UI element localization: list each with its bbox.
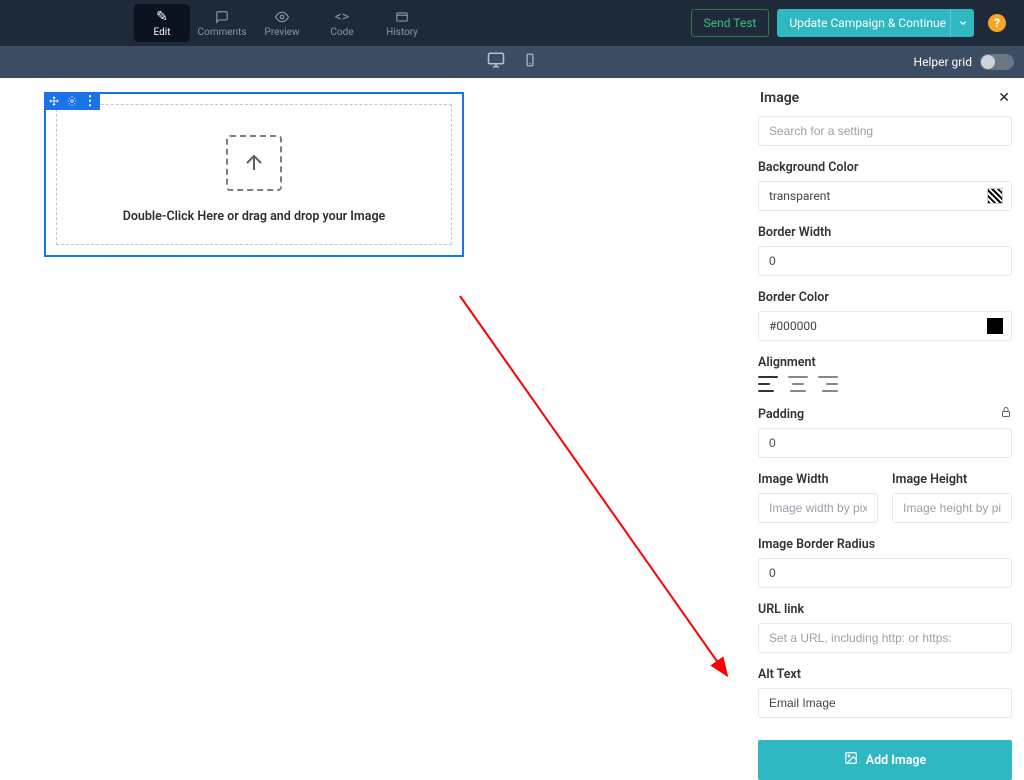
chevron-down-icon[interactable] xyxy=(950,9,974,37)
black-swatch-icon xyxy=(987,318,1003,334)
helper-grid-label: Helper grid xyxy=(914,55,972,69)
image-block[interactable]: Double-Click Here or drag and drop your … xyxy=(44,92,464,257)
tab-edit-label: Edit xyxy=(154,27,171,38)
kebab-icon[interactable]: ⋮ xyxy=(84,95,96,107)
alt-text-input[interactable] xyxy=(758,688,1012,718)
close-icon[interactable]: ✕ xyxy=(998,90,1010,106)
gear-icon[interactable] xyxy=(66,95,78,107)
add-image-button[interactable]: Add Image xyxy=(758,740,1012,780)
mobile-icon[interactable] xyxy=(523,51,537,73)
drop-text: Double-Click Here or drag and drop your … xyxy=(123,209,386,224)
image-width-label: Image Width xyxy=(758,472,878,487)
border-width-label: Border Width xyxy=(758,225,1012,240)
padding-label-text: Padding xyxy=(758,407,804,422)
workspace: ⋮ Double-Click Here or drag and drop you… xyxy=(0,78,1024,747)
move-icon[interactable] xyxy=(48,95,60,107)
tool-tabs: ✎ Edit Comments Preview <> Code History xyxy=(132,0,432,46)
pencil-icon: ✎ xyxy=(156,9,168,25)
search-setting-input[interactable] xyxy=(758,116,1012,146)
alignment-row xyxy=(758,376,1012,392)
comments-icon xyxy=(215,9,229,25)
update-campaign-label: Update Campaign & Continue xyxy=(789,16,946,30)
widget-toolbar: ⋮ xyxy=(44,92,100,110)
tab-history[interactable]: History xyxy=(374,4,430,42)
tab-preview-label: Preview xyxy=(265,27,300,38)
alignment-label: Alignment xyxy=(758,355,1012,370)
url-link-label: URL link xyxy=(758,602,1012,617)
tab-edit[interactable]: ✎ Edit xyxy=(134,4,190,42)
image-height-input[interactable] xyxy=(892,493,1012,523)
lock-icon[interactable] xyxy=(1000,406,1012,422)
bg-color-label: Background Color xyxy=(758,160,1012,175)
code-icon: <> xyxy=(335,9,349,25)
history-icon xyxy=(395,9,409,25)
helper-grid-toggle[interactable] xyxy=(980,54,1014,70)
panel-header: Image ✕ xyxy=(758,88,1012,116)
image-icon xyxy=(844,751,858,769)
tab-code-label: Code xyxy=(330,27,353,38)
send-test-label: Send Test xyxy=(704,16,757,30)
tab-preview[interactable]: Preview xyxy=(254,4,310,42)
align-left-button[interactable] xyxy=(758,376,778,392)
padding-label: Padding xyxy=(758,406,1012,422)
image-height-label: Image Height xyxy=(892,472,1012,487)
align-center-button[interactable] xyxy=(788,376,808,392)
add-image-label: Add Image xyxy=(866,753,927,768)
image-width-input[interactable] xyxy=(758,493,878,523)
border-width-input[interactable] xyxy=(758,246,1012,276)
bg-color-value: transparent xyxy=(769,189,830,203)
toggle-knob xyxy=(981,55,995,69)
image-border-radius-input[interactable] xyxy=(758,558,1012,588)
padding-input[interactable] xyxy=(758,428,1012,458)
device-bar: Helper grid xyxy=(0,46,1024,78)
bg-color-input[interactable]: transparent xyxy=(758,181,1012,211)
image-border-radius-label: Image Border Radius xyxy=(758,537,1012,552)
helper-grid-control: Helper grid xyxy=(914,54,1014,70)
alt-text-label: Alt Text xyxy=(758,667,1012,682)
tab-code[interactable]: <> Code xyxy=(314,4,370,42)
tab-comments-label: Comments xyxy=(197,27,246,38)
help-button[interactable]: ? xyxy=(988,14,1006,32)
upload-icon xyxy=(226,135,282,191)
tab-history-label: History xyxy=(386,27,418,38)
url-link-input[interactable] xyxy=(758,623,1012,653)
update-campaign-button[interactable]: Update Campaign & Continue xyxy=(777,9,974,37)
image-inner: Double-Click Here or drag and drop your … xyxy=(56,104,452,245)
align-right-button[interactable] xyxy=(818,376,838,392)
canvas: ⋮ Double-Click Here or drag and drop you… xyxy=(44,92,464,257)
eye-icon xyxy=(275,9,289,25)
help-label: ? xyxy=(994,16,1000,30)
send-test-button[interactable]: Send Test xyxy=(691,9,770,37)
settings-panel: Image ✕ Background Color transparent Bor… xyxy=(758,88,1012,731)
border-color-label: Border Color xyxy=(758,290,1012,305)
transparent-swatch-icon xyxy=(987,188,1003,204)
desktop-icon[interactable] xyxy=(487,51,505,73)
panel-title: Image xyxy=(760,90,799,106)
border-color-input[interactable]: #000000 xyxy=(758,311,1012,341)
top-toolbar: ✎ Edit Comments Preview <> Code History … xyxy=(0,0,1024,46)
tab-comments[interactable]: Comments xyxy=(194,4,250,42)
border-color-value: #000000 xyxy=(769,319,817,333)
